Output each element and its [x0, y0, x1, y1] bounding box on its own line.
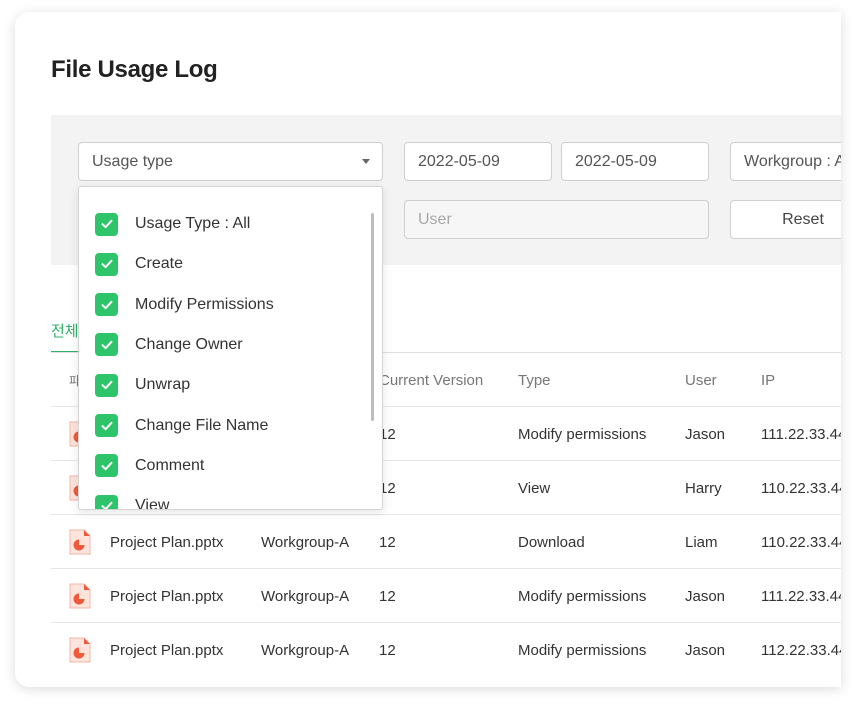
usage-type-label: Usage type [92, 152, 173, 170]
type-cell: View [518, 479, 551, 497]
dropdown-option-label: Create [135, 255, 184, 273]
reset-button[interactable]: Reset [730, 200, 841, 239]
column-header-version: Current Version [379, 371, 484, 389]
user-cell: Liam [685, 533, 718, 551]
user-cell: Jason [685, 641, 726, 659]
dropdown-option[interactable]: Unwrap [79, 365, 369, 405]
user-cell: Jason [685, 425, 726, 443]
dropdown-option-label: Comment [135, 456, 205, 474]
workgroup-cell: Workgroup-A [261, 641, 350, 659]
page-title: File Usage Log [51, 56, 218, 83]
version-cell: 12 [379, 587, 396, 605]
tab-all[interactable]: 전체 [51, 320, 79, 341]
pptx-file-icon [69, 583, 91, 609]
check-icon[interactable] [95, 252, 118, 276]
ip-cell: 110.22.33.44 [761, 479, 841, 497]
dropdown-option-label: Change Owner [135, 335, 243, 353]
dropdown-option-label: Unwrap [135, 376, 191, 394]
chevron-down-icon [362, 159, 370, 164]
usage-type-select[interactable]: Usage type [78, 142, 383, 181]
column-header-user: User [685, 371, 717, 389]
dropdown-option[interactable]: View [79, 486, 369, 510]
workgroup-cell: Workgroup-A [261, 533, 350, 551]
file-name: Project Plan.pptx [110, 587, 224, 605]
dropdown-option-label: Change File Name [135, 416, 269, 434]
table-row[interactable]: Project Plan.pptx Workgroup-A 12 Download Li… [51, 514, 841, 569]
file-name: Project Plan.pptx [110, 533, 224, 551]
check-icon[interactable] [95, 373, 118, 397]
dropdown-scrollbar[interactable] [371, 213, 374, 421]
check-icon[interactable] [95, 414, 118, 437]
usage-type-dropdown[interactable]: Usage Type : All Create Modify Permissions… [78, 186, 383, 510]
version-cell: 12 [379, 533, 396, 551]
dropdown-option[interactable]: Create [79, 244, 369, 284]
file-usage-log-card: File Usage Log Usage type 2022-05-09 202… [15, 12, 841, 687]
dropdown-option[interactable]: Comment [79, 446, 369, 486]
date-from-input[interactable]: 2022-05-09 [404, 142, 552, 181]
type-cell: Modify permissions [518, 587, 647, 605]
version-cell: 12 [379, 641, 396, 659]
user-cell: Jason [685, 587, 726, 605]
workgroup-select[interactable]: Workgroup : All [730, 142, 841, 181]
ip-cell: 112.22.33.44 [761, 641, 841, 659]
file-name: Project Plan.pptx [110, 641, 224, 659]
table-row[interactable]: Project Plan.pptx Workgroup-A 12 Modify per… [51, 568, 841, 623]
check-icon[interactable] [95, 454, 118, 478]
dropdown-option[interactable]: Usage Type : All [79, 204, 369, 244]
type-cell: Download [518, 533, 585, 551]
user-cell: Harry [685, 479, 722, 497]
date-to-input[interactable]: 2022-05-09 [561, 142, 709, 181]
pptx-file-icon [69, 529, 91, 555]
dropdown-option[interactable]: Change File Name [79, 406, 369, 446]
dropdown-option[interactable]: Modify Permissions [79, 285, 369, 325]
dropdown-option-label: Usage Type : All [135, 215, 251, 232]
dropdown-option-label: Modify Permissions [135, 295, 274, 313]
workgroup-cell: Workgroup-A [261, 587, 350, 605]
column-header-ip: IP [761, 371, 776, 389]
check-icon[interactable] [95, 212, 118, 236]
ip-cell: 111.22.33.44 [761, 587, 841, 605]
type-cell: Modify permissions [518, 641, 647, 659]
ip-cell: 110.22.33.44 [761, 533, 841, 551]
table-row[interactable]: Project Plan.pptx Workgroup-A 12 Modify per… [51, 622, 841, 677]
dropdown-option-label: View [135, 497, 170, 510]
check-icon[interactable] [95, 494, 118, 509]
check-icon[interactable] [95, 333, 118, 357]
dropdown-option[interactable]: Change Owner [79, 325, 369, 365]
ip-cell: 111.22.33.44 [761, 425, 841, 443]
type-cell: Modify permissions [518, 425, 647, 443]
pptx-file-icon [69, 637, 91, 663]
user-input[interactable]: User [404, 200, 709, 239]
check-icon[interactable] [95, 293, 118, 317]
column-header-type: Type [518, 371, 551, 389]
